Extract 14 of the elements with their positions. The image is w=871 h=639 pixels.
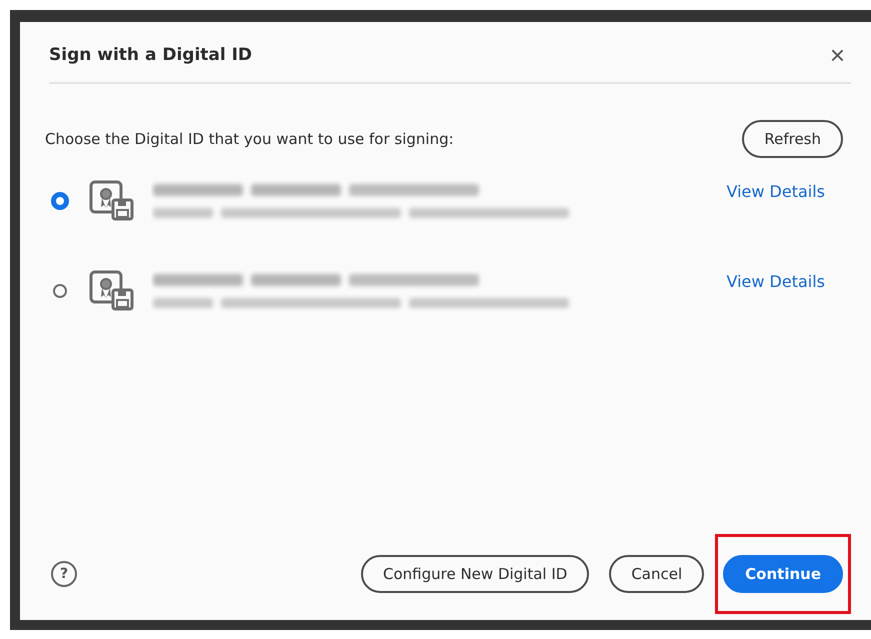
help-icon[interactable]: ? xyxy=(51,561,77,587)
instruction-text: Choose the Digital ID that you want to use for signing: xyxy=(45,130,454,148)
view-details-link[interactable]: View Details xyxy=(726,182,825,201)
dialog-button[interactable]: Cancel xyxy=(609,555,704,593)
radio-button[interactable] xyxy=(51,192,69,210)
continue-button[interactable]: Continue xyxy=(723,555,843,593)
certificate-icon xyxy=(89,180,135,222)
certificate-icon xyxy=(89,270,135,312)
refresh-button[interactable]: Refresh xyxy=(742,120,843,158)
view-details-link[interactable]: View Details xyxy=(726,272,825,291)
dialog-title: Sign with a Digital ID xyxy=(49,45,252,65)
close-button[interactable]: × xyxy=(824,42,851,68)
radio-button[interactable] xyxy=(53,284,67,298)
dialog-button[interactable]: Configure New Digital ID xyxy=(360,555,590,593)
